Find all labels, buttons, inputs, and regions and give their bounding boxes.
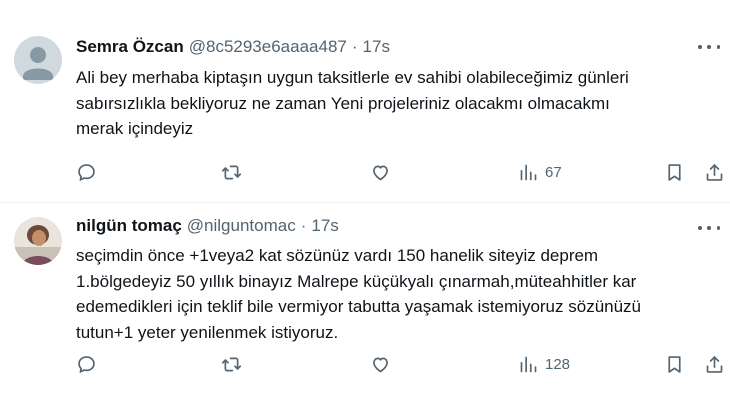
like-button[interactable] [370,159,391,185]
heart-icon [373,165,388,180]
retweet-icon [221,357,242,371]
bookmark-icon [668,163,681,181]
action-bar: 67 [66,159,730,185]
user-name[interactable]: Semra Özcan [76,36,184,58]
timestamp[interactable]: 17s [311,215,338,237]
share-button[interactable] [704,159,725,185]
views-count: 128 [545,355,571,373]
retweet-icon [221,165,242,179]
tweet[interactable]: Semra Özcan @8c5293e6aaaa487 · 17s Ali b… [0,0,730,203]
avatar[interactable] [14,36,62,84]
views-icon [520,356,537,372]
user-handle[interactable]: @nilguntomac [187,215,296,237]
share-icon [706,355,723,373]
bookmark-button[interactable] [664,159,685,185]
share-icon [706,163,723,181]
tweet-text-line: seçimdin önce +1veya2 kat sözünüz vardı … [76,246,599,265]
action-bar: 128 [66,351,730,377]
default-avatar-icon [14,36,62,84]
heart-icon [373,357,388,372]
timestamp[interactable]: 17s [363,36,390,58]
retweet-button[interactable] [221,351,242,377]
user-name[interactable]: nilgün tomaç [76,215,182,237]
more-icon[interactable] [698,221,720,235]
tweet[interactable]: nilgün tomaç @nilguntomac · 17s seçimdin… [0,203,730,420]
separator-dot: · [300,216,307,235]
reply-button[interactable] [76,159,97,185]
reply-icon [78,163,95,181]
tweet-text-line: Ali bey merhaba kiptaşın uygun taksitler… [76,68,629,87]
reply-icon [78,355,95,373]
avatar[interactable] [14,217,62,265]
separator-dot: · [351,37,358,56]
tweet-text: Ali bey merhaba kiptaşın uygun taksitler… [76,65,726,142]
views-count: 67 [545,163,562,181]
views-button[interactable]: 128 [518,351,570,377]
tweet-text-line: sabırsızlıkla bekliyoruz ne zaman Yeni p… [76,93,610,113]
views-icon [520,164,537,180]
tweet-text-line: 1.bölgedeyiz 50 yıllık binayız Malrepe k… [76,271,637,291]
views-button[interactable]: 67 [518,159,562,185]
tweet-text: seçimdin önce +1veya2 kat sözünüz vardı … [76,243,726,345]
like-button[interactable] [370,351,391,377]
tweet-header: nilgün tomaç @nilguntomac · 17s [76,215,339,237]
retweet-button[interactable] [221,159,242,185]
tweet-text-line: merak içindeyiz [76,119,194,138]
bookmark-icon [668,355,681,373]
share-button[interactable] [704,351,725,377]
more-icon[interactable] [698,40,720,54]
tweet-text-line: edemedikleri için teklif bile vermiyor t… [76,297,642,316]
tweet-text-line: tutun+1 yeter yenilenmek istiyoruz. [76,322,339,342]
tweet-header: Semra Özcan @8c5293e6aaaa487 · 17s [76,36,390,58]
user-handle[interactable]: @8c5293e6aaaa487 [189,36,347,58]
reply-button[interactable] [76,351,97,377]
profile-photo [14,217,62,265]
bookmark-button[interactable] [664,351,685,377]
